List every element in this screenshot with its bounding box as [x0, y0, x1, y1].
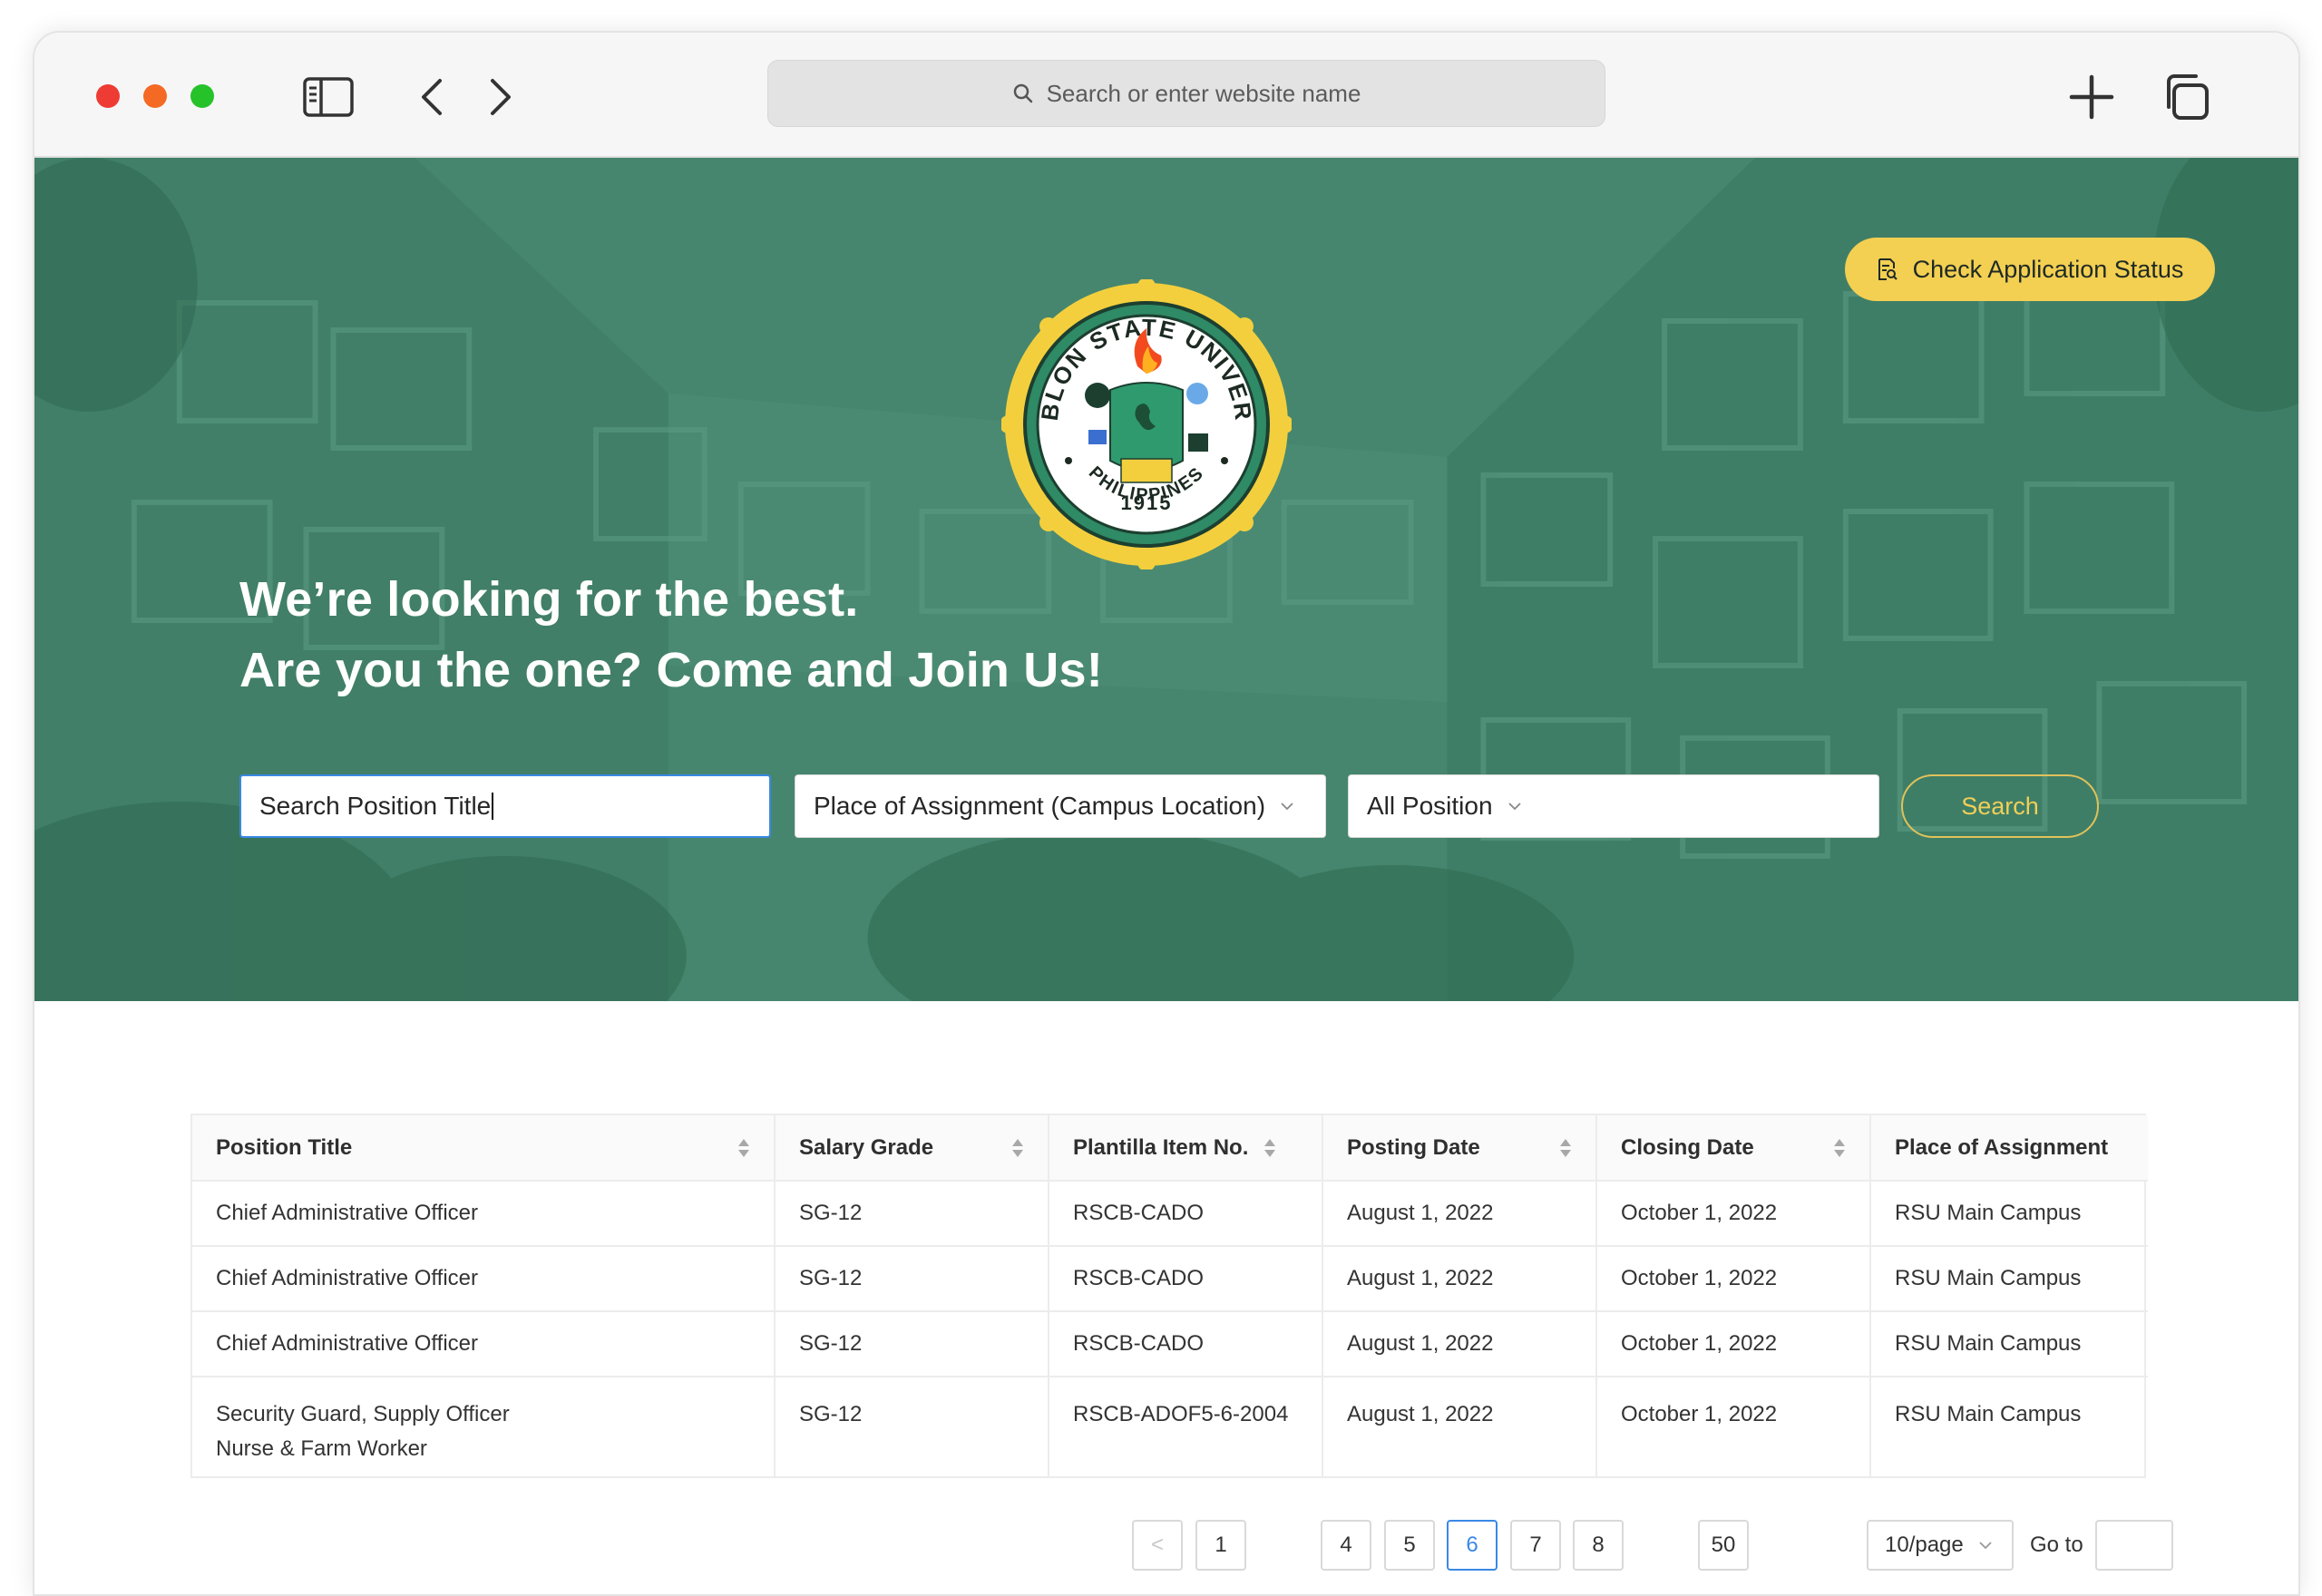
check-application-status-button[interactable]: Check Application Status	[1845, 238, 2215, 301]
cell-closing-date: October 1, 2022	[1596, 1246, 1871, 1312]
cell-salary-grade: SG-12	[775, 1311, 1049, 1377]
goto-page-input[interactable]	[2095, 1520, 2173, 1571]
pagination-page-8[interactable]: 8	[1573, 1520, 1624, 1571]
cell-closing-date: October 1, 2022	[1596, 1311, 1871, 1377]
column-header-posting-date[interactable]: Posting Date	[1322, 1115, 1597, 1182]
close-window-button[interactable]	[96, 84, 120, 108]
sort-icon[interactable]	[1263, 1137, 1276, 1159]
cell-salary-grade: SG-12	[775, 1246, 1049, 1312]
address-placeholder: Search or enter website name	[1046, 79, 1361, 107]
search-input-value: Search Position Title	[259, 792, 492, 820]
pagination-page-7[interactable]: 7	[1510, 1520, 1561, 1571]
cell-plantilla-item: RSCB-CADO	[1049, 1246, 1323, 1312]
hero-banner: ROMBLON STATE UNIVERSITY PHILIPPINES 191…	[34, 158, 2298, 1001]
table-header-row: Position Title Salary Grade Plantilla It…	[192, 1115, 2148, 1182]
chevron-down-icon	[1281, 803, 1293, 811]
seal-year: 1915	[1121, 491, 1173, 514]
table-row[interactable]: Chief Administrative Officer SG-12 RSCB-…	[192, 1246, 2148, 1312]
place-select-value: Place of Assignment (Campus Location)	[814, 792, 1266, 820]
position-title-search-input[interactable]: Search Position Title	[239, 774, 771, 838]
position-type-select[interactable]: All Position	[1348, 774, 1879, 838]
cell-salary-grade: SG-12	[775, 1181, 1049, 1247]
hero-headline: We’re looking for the best. Are you the …	[239, 564, 1103, 706]
chevron-down-icon	[1507, 803, 1521, 811]
column-header-salary-grade[interactable]: Salary Grade	[775, 1115, 1049, 1182]
goto-label: Go to	[2030, 1533, 2083, 1557]
check-application-status-label: Check Application Status	[1912, 255, 2184, 283]
cell-posting-date: August 1, 2022	[1322, 1181, 1597, 1247]
pagination-page-5[interactable]: 5	[1384, 1520, 1435, 1571]
column-header-place-of-assignment: Place of Assignment	[1870, 1115, 2148, 1182]
sidebar-toggle-icon[interactable]	[303, 73, 354, 122]
place-of-assignment-select[interactable]: Place of Assignment (Campus Location)	[795, 774, 1326, 838]
document-search-icon	[1878, 258, 1898, 280]
minimize-window-button[interactable]	[143, 84, 167, 108]
position-select-value: All Position	[1367, 792, 1493, 820]
cell-salary-grade: SG-12	[775, 1377, 1049, 1476]
tab-overview-icon[interactable]	[2161, 73, 2211, 122]
page-size-value: 10/page	[1885, 1533, 1964, 1557]
pagination-page-50[interactable]: 50	[1698, 1520, 1749, 1571]
table-row[interactable]: Chief Administrative Officer SG-12 RSCB-…	[192, 1181, 2148, 1247]
position-title-line-2: Nurse & Farm Worker	[216, 1436, 427, 1461]
forward-icon[interactable]	[475, 73, 526, 122]
cell-posting-date: August 1, 2022	[1322, 1246, 1597, 1312]
pagination-page-4[interactable]: 4	[1321, 1520, 1371, 1571]
university-seal-logo: ROMBLON STATE UNIVERSITY PHILIPPINES 191…	[1001, 279, 1292, 569]
text-cursor	[492, 793, 494, 820]
pagination-page-1[interactable]: 1	[1195, 1520, 1246, 1571]
cell-place-of-assignment: RSU Main Campus	[1870, 1311, 2148, 1377]
page-size-select[interactable]: 10/page	[1867, 1520, 2014, 1571]
cell-position-title: Chief Administrative Officer	[192, 1311, 776, 1377]
headline-line-1: We’re looking for the best.	[239, 572, 859, 627]
cell-place-of-assignment: RSU Main Campus	[1870, 1246, 2148, 1312]
cell-plantilla-item: RSCB-CADO	[1049, 1181, 1323, 1247]
cell-position-title: Chief Administrative Officer	[192, 1246, 776, 1312]
position-title-line-1: Security Guard, Supply Officer	[216, 1402, 510, 1426]
headline-line-2: Are you the one? Come and Join Us!	[239, 643, 1103, 697]
sort-icon[interactable]	[1833, 1137, 1846, 1159]
cell-plantilla-item: RSCB-CADO	[1049, 1311, 1323, 1377]
cell-place-of-assignment: RSU Main Campus	[1895, 1402, 2082, 1426]
search-button[interactable]: Search	[1901, 774, 2099, 838]
address-bar[interactable]: Search or enter website name	[767, 60, 1605, 127]
browser-window: Search or enter website name BLON STATE …	[33, 31, 2300, 1596]
sort-icon[interactable]	[1559, 1137, 1572, 1159]
pagination-page-6-current[interactable]: 6	[1447, 1520, 1498, 1571]
search-icon	[1013, 83, 1032, 103]
cell-plantilla-item: RSCB-ADOF5-6-2004	[1049, 1377, 1323, 1476]
column-header-position-title[interactable]: Position Title	[192, 1115, 776, 1182]
cell-posting-date: August 1, 2022	[1322, 1311, 1597, 1377]
column-header-closing-date[interactable]: Closing Date	[1596, 1115, 1871, 1182]
new-tab-icon[interactable]	[2066, 73, 2117, 122]
cell-position-title: Security Guard, Supply Officer Nurse & F…	[192, 1377, 776, 1476]
table-row[interactable]: Security Guard, Supply Officer Nurse & F…	[192, 1377, 2148, 1476]
chevron-down-icon	[1979, 1542, 1992, 1550]
back-icon[interactable]	[406, 73, 457, 122]
column-header-plantilla-item[interactable]: Plantilla Item No.	[1049, 1115, 1323, 1182]
browser-toolbar: Search or enter website name	[34, 33, 2298, 158]
cell-place-of-assignment: RSU Main Campus	[1870, 1181, 2148, 1247]
vacancies-table: Position Title Salary Grade Plantilla It…	[190, 1114, 2148, 1478]
cell-posting-date: August 1, 2022	[1322, 1377, 1597, 1476]
table-row[interactable]: Chief Administrative Officer SG-12 RSCB-…	[192, 1311, 2148, 1377]
cell-closing-date: October 1, 2022	[1596, 1377, 1871, 1476]
sort-icon[interactable]	[1011, 1137, 1024, 1159]
pagination-prev-button[interactable]: <	[1132, 1520, 1183, 1571]
maximize-window-button[interactable]	[190, 84, 214, 108]
cell-closing-date: October 1, 2022	[1596, 1181, 1871, 1247]
cell-position-title: Chief Administrative Officer	[192, 1181, 776, 1247]
sort-icon[interactable]	[737, 1137, 750, 1159]
